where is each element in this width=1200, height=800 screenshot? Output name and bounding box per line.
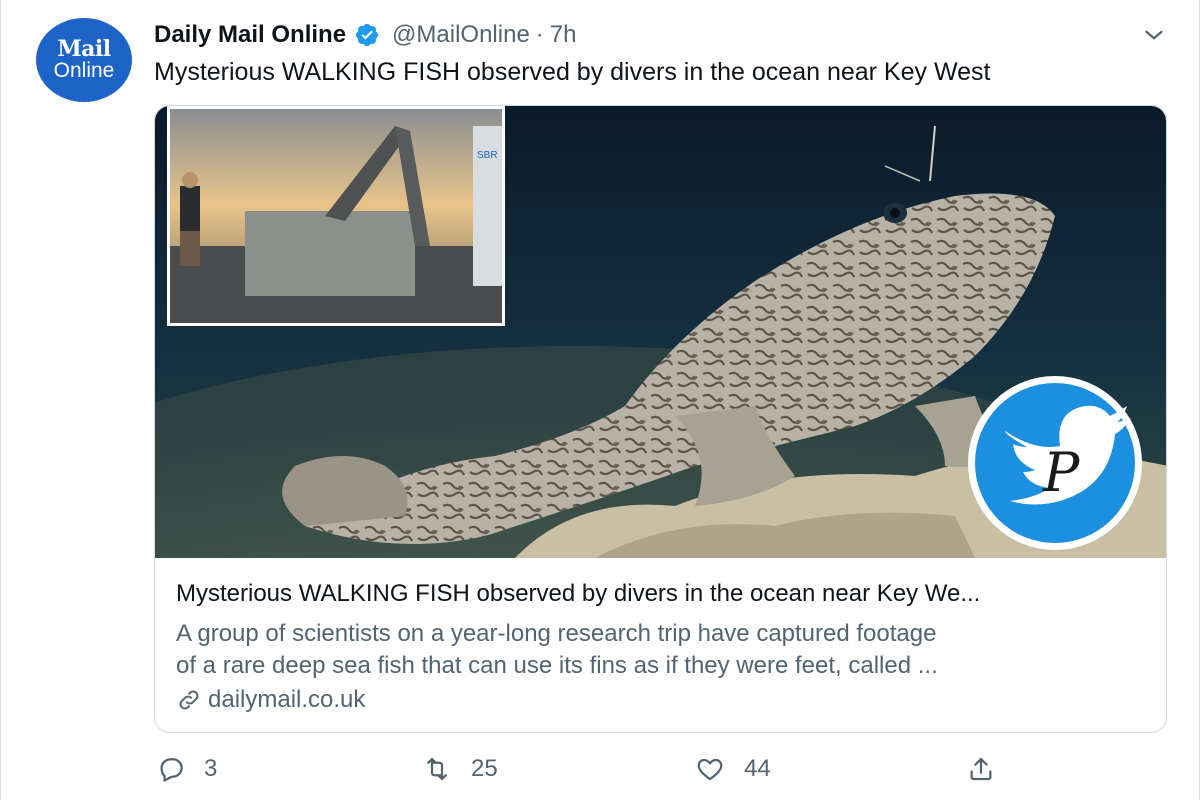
watermark-letter: P (1042, 441, 1081, 504)
link-card[interactable]: SBR P Mysterious WALKING FISH observed b… (154, 105, 1167, 733)
tweet-header: Daily Mail Online @MailOnline · 7h (154, 20, 577, 50)
card-description-line: A group of scientists on a year-long res… (176, 620, 937, 647)
tweet-container: Mail Online Daily Mail Online @MailOnlin… (0, 0, 1200, 800)
avatar-logo-line2: Online (53, 59, 115, 82)
reply-count: 3 (204, 755, 218, 782)
reply-button[interactable]: 3 (156, 752, 217, 786)
handle[interactable]: @MailOnline (392, 21, 530, 49)
reply-icon (160, 758, 183, 782)
separator-dot: · (535, 21, 544, 48)
card-title[interactable]: Mysterious WALKING FISH observed by dive… (176, 580, 980, 608)
retweet-button[interactable]: 25 (421, 752, 498, 786)
timestamp[interactable]: 7h (550, 21, 577, 49)
inset-label: SBR (477, 150, 498, 161)
share-button[interactable] (966, 752, 996, 786)
display-name[interactable]: Daily Mail Online (154, 21, 346, 49)
action-bar: 3 25 44 (151, 752, 1001, 786)
verified-badge-icon (354, 22, 380, 48)
avatar[interactable]: Mail Online (36, 18, 132, 102)
heart-icon (697, 758, 723, 781)
card-domain[interactable]: dailymail.co.uk (176, 686, 365, 714)
avatar-logo-line1: Mail (57, 36, 111, 62)
card-image[interactable]: SBR P (155, 106, 1166, 732)
like-count: 44 (744, 755, 771, 782)
like-button[interactable]: 44 (694, 752, 771, 786)
retweet-count: 25 (471, 755, 498, 782)
link-icon (179, 690, 199, 710)
chevron-down-icon[interactable] (1141, 22, 1167, 48)
tweet-text: Mysterious WALKING FISH observed by dive… (154, 58, 991, 86)
card-domain-text: dailymail.co.uk (208, 686, 366, 713)
card-description: A group of scientists on a year-long res… (176, 618, 1151, 682)
share-icon (970, 757, 992, 781)
card-description-line: of a rare deep sea fish that can use its… (176, 652, 938, 679)
retweet-icon (427, 757, 447, 781)
